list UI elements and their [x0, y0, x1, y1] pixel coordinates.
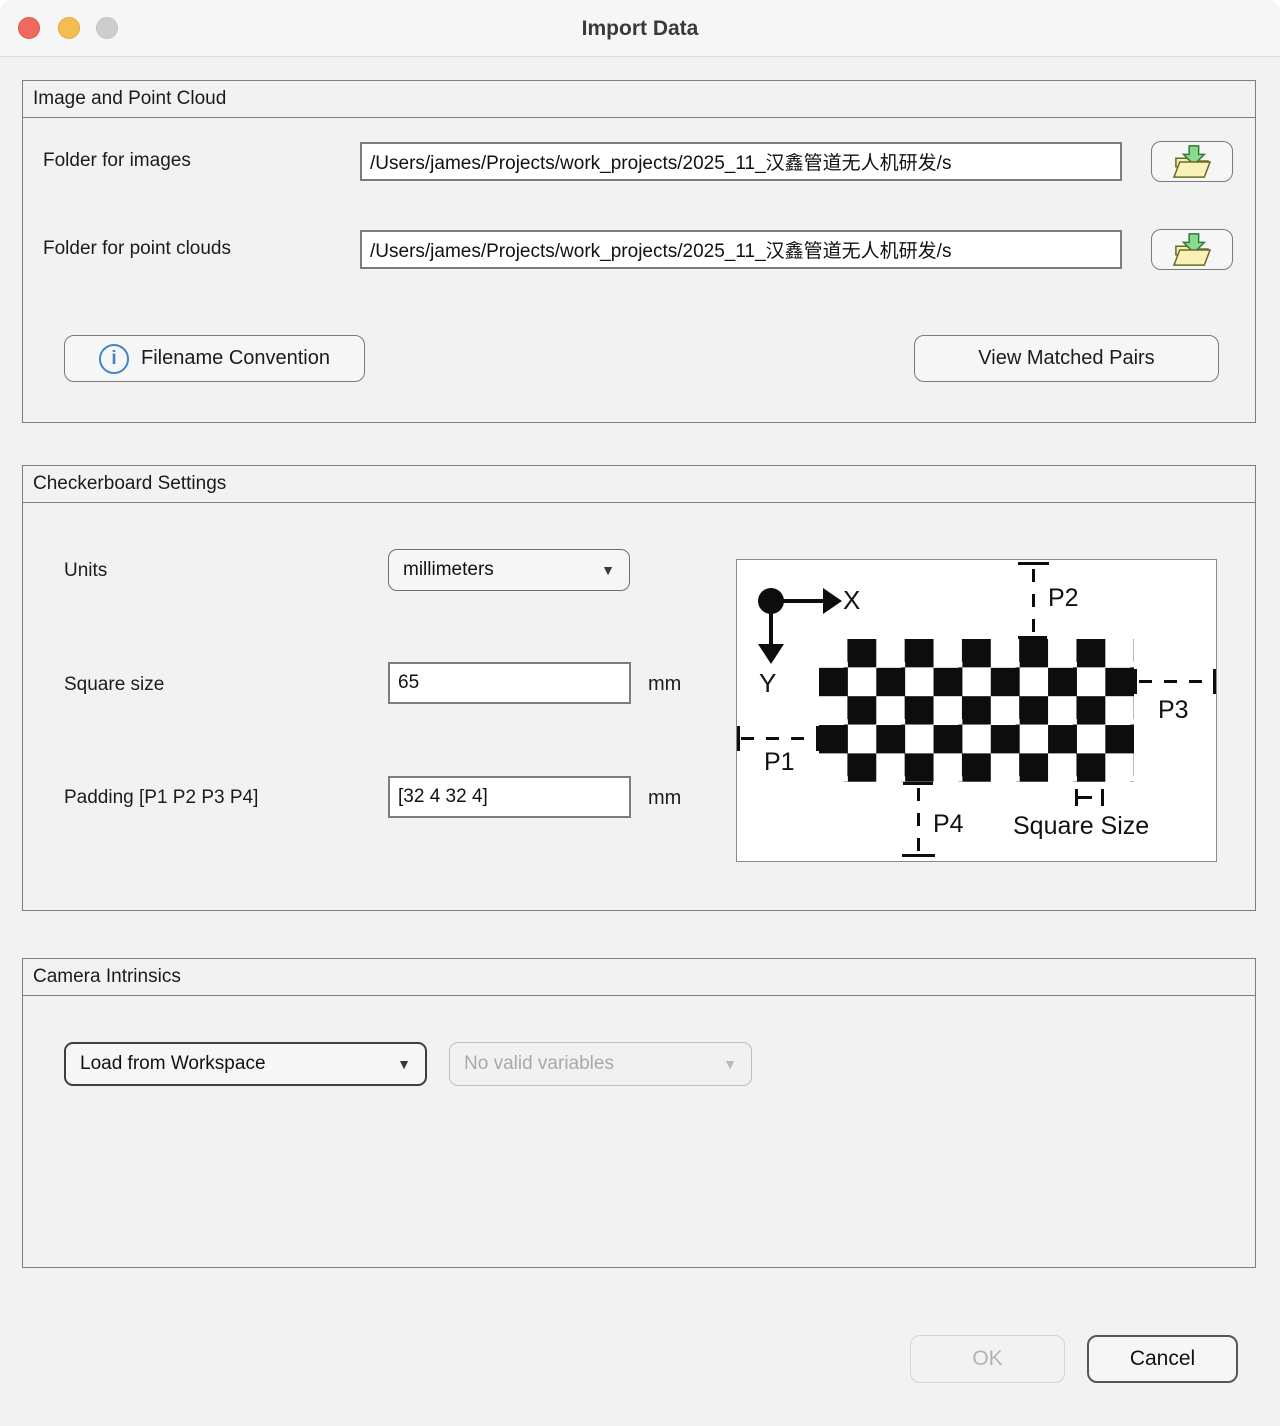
p2-label: P2 [1048, 584, 1079, 613]
info-icon: i [99, 344, 129, 374]
square-size-tick [1101, 789, 1104, 806]
y-axis-arrow-icon [758, 644, 784, 664]
p3-label: P3 [1158, 696, 1189, 725]
y-axis-label: Y [759, 668, 776, 699]
checkerboard-pattern [819, 639, 1134, 782]
open-folder-icon [1171, 232, 1213, 268]
square-size-input[interactable] [388, 662, 631, 704]
padding-unit: mm [648, 787, 681, 810]
browse-images-button[interactable] [1151, 141, 1233, 182]
square-size-unit: mm [648, 673, 681, 696]
intrinsics-source-dropdown[interactable]: Load from Workspace ▼ [64, 1042, 427, 1086]
camera-intrinsics-title: Camera Intrinsics [23, 959, 1255, 996]
p4-label: P4 [933, 810, 964, 839]
p2-dashed-line [1032, 569, 1035, 637]
padding-label: Padding [P1 P2 P3 P4] [64, 787, 258, 809]
import-data-dialog: Import Data Image and Point Cloud Folder… [0, 0, 1280, 1426]
x-axis-line [770, 599, 825, 603]
ok-button: OK [910, 1335, 1065, 1383]
checkerboard-settings-title: Checkerboard Settings [23, 466, 1255, 503]
folder-point-clouds-input[interactable] [360, 230, 1122, 269]
folder-images-label: Folder for images [43, 150, 191, 172]
folder-point-clouds-label: Folder for point clouds [43, 238, 231, 260]
p4-tick [902, 854, 935, 857]
p1-tick [816, 726, 819, 751]
checkerboard-settings-panel: Checkerboard Settings Units millimeters … [22, 465, 1256, 911]
p3-tick [1134, 669, 1137, 694]
units-value: millimeters [403, 559, 494, 581]
x-axis-label: X [843, 585, 860, 616]
p1-tick [737, 726, 740, 751]
p2-tick [1018, 562, 1049, 565]
y-axis-line [769, 601, 773, 646]
image-point-cloud-title: Image and Point Cloud [23, 81, 1255, 118]
units-dropdown[interactable]: millimeters ▼ [388, 549, 630, 591]
p3-dashed-line [1139, 680, 1213, 683]
title-bar: Import Data [0, 0, 1280, 57]
checkerboard-diagram: X Y P2 P1 P3 P4 [736, 559, 1217, 862]
filename-convention-label: Filename Convention [141, 347, 330, 370]
image-point-cloud-panel: Image and Point Cloud Folder for images … [22, 80, 1256, 423]
square-size-label: Square size [64, 674, 164, 696]
units-label: Units [64, 560, 107, 582]
square-size-mark [1078, 796, 1092, 799]
browse-point-clouds-button[interactable] [1151, 229, 1233, 270]
padding-input[interactable] [388, 776, 631, 818]
x-axis-arrow-icon [823, 588, 842, 614]
p4-dashed-line [917, 788, 920, 854]
p3-tick [1213, 669, 1216, 694]
p2-tick [1018, 636, 1047, 639]
chevron-down-icon: ▼ [723, 1056, 737, 1072]
folder-images-input[interactable] [360, 142, 1122, 181]
chevron-down-icon: ▼ [397, 1056, 411, 1072]
intrinsics-variables-dropdown: No valid variables ▼ [449, 1042, 752, 1086]
camera-intrinsics-panel: Camera Intrinsics Load from Workspace ▼ … [22, 958, 1256, 1268]
chevron-down-icon: ▼ [601, 562, 615, 578]
view-matched-pairs-label: View Matched Pairs [978, 347, 1154, 370]
filename-convention-button[interactable]: i Filename Convention [64, 335, 365, 382]
p4-tick [903, 782, 933, 785]
p1-dashed-line [741, 737, 817, 740]
intrinsics-source-value: Load from Workspace [80, 1053, 266, 1075]
open-folder-icon [1171, 144, 1213, 180]
window-title: Import Data [0, 0, 1280, 57]
square-size-diagram-label: Square Size [1013, 812, 1149, 841]
cancel-button[interactable]: Cancel [1087, 1335, 1238, 1383]
view-matched-pairs-button[interactable]: View Matched Pairs [914, 335, 1219, 382]
intrinsics-variables-value: No valid variables [464, 1053, 614, 1075]
p1-label: P1 [764, 748, 795, 777]
